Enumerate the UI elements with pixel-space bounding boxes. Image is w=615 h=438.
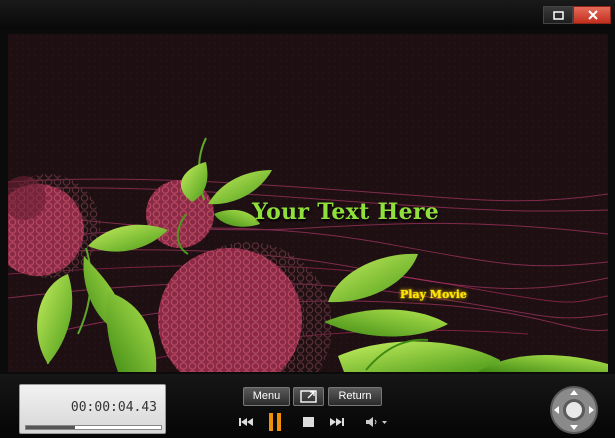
- close-icon: [588, 10, 598, 20]
- next-chapter-icon[interactable]: [329, 416, 345, 428]
- fullscreen-button[interactable]: [293, 387, 324, 406]
- fullscreen-icon: [300, 390, 317, 403]
- play-movie-link[interactable]: Play Movie: [400, 288, 467, 301]
- previous-chapter-icon[interactable]: [238, 416, 254, 428]
- time-display: 00:00:04.43: [19, 384, 166, 434]
- menu-title: Your Text Here: [252, 199, 440, 225]
- seek-progress: [26, 426, 75, 429]
- close-button[interactable]: [573, 6, 611, 24]
- video-area[interactable]: Your Text Here Play Movie: [8, 34, 608, 372]
- pause-icon[interactable]: [267, 412, 283, 432]
- dvd-navigation-pad-icon[interactable]: [549, 385, 599, 435]
- menu-button[interactable]: Menu: [243, 387, 290, 406]
- control-bar: 00:00:04.43 Menu Return: [0, 374, 615, 438]
- maximize-icon: [553, 11, 564, 20]
- volume-icon[interactable]: [365, 416, 389, 428]
- elapsed-time: 00:00:04.43: [70, 400, 157, 415]
- title-bar: [0, 0, 615, 30]
- stop-icon[interactable]: [302, 416, 316, 428]
- seek-bar[interactable]: [25, 425, 162, 430]
- maximize-button[interactable]: [543, 6, 573, 24]
- return-button[interactable]: Return: [328, 387, 382, 406]
- media-player-window: Your Text Here Play Movie 00:00:04.43 Me…: [0, 0, 615, 438]
